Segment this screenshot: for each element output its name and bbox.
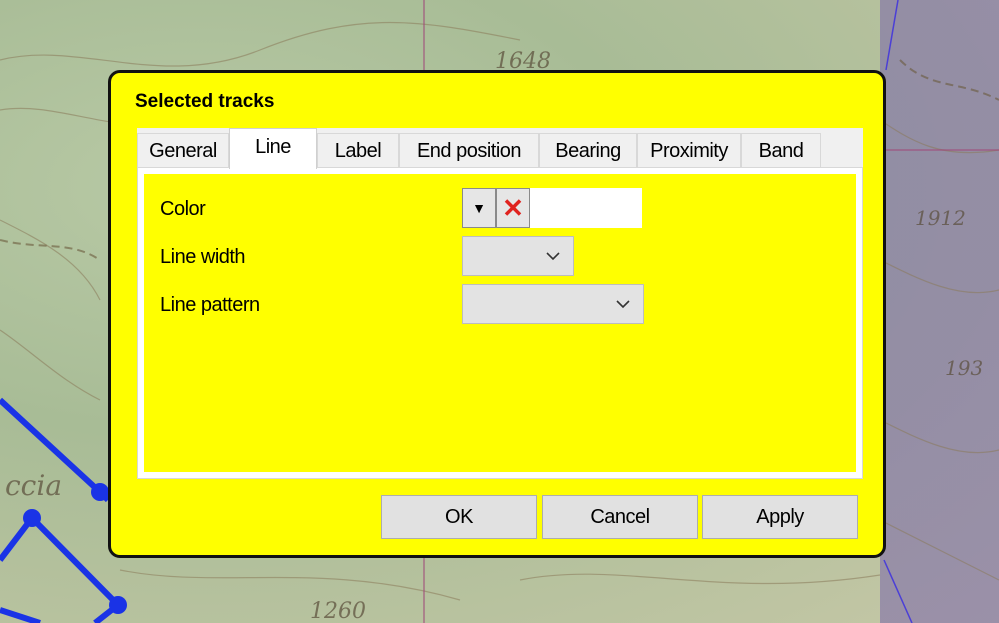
map-label: 193 xyxy=(945,356,983,380)
chevron-down-icon xyxy=(546,252,560,261)
color-dropdown-button[interactable]: ▼ xyxy=(462,188,496,228)
gps-track[interactable] xyxy=(0,397,123,623)
line-tab-panel: Color Line width Line pattern ▼ ✕ xyxy=(137,167,863,479)
tab-end-position[interactable]: End position xyxy=(399,133,539,167)
line-pattern-select[interactable] xyxy=(462,284,644,324)
ok-button[interactable]: OK xyxy=(381,495,537,539)
red-x-icon: ✕ xyxy=(502,192,524,223)
tab-line[interactable]: Line xyxy=(229,128,317,169)
tab-strip: General Line Label End position Bearing … xyxy=(137,128,863,169)
color-label: Color xyxy=(160,198,206,220)
tab-label[interactable]: Label xyxy=(317,133,399,167)
line-pattern-label: Line pattern xyxy=(160,294,260,316)
tab-band[interactable]: Band xyxy=(741,133,821,167)
dialog-title: Selected tracks xyxy=(135,91,275,112)
tab-proximity[interactable]: Proximity xyxy=(637,133,741,167)
line-width-select[interactable] xyxy=(462,236,574,276)
clear-color-button[interactable]: ✕ xyxy=(496,188,530,228)
line-width-label: Line width xyxy=(160,246,246,268)
cancel-button[interactable]: Cancel xyxy=(542,495,698,539)
color-picker[interactable]: ▼ ✕ xyxy=(462,188,642,228)
track-point[interactable] xyxy=(109,596,127,614)
tab-bearing[interactable]: Bearing xyxy=(539,133,637,167)
track-point[interactable] xyxy=(23,509,41,527)
tab-general[interactable]: General xyxy=(137,133,229,167)
map-label: 1912 xyxy=(915,206,966,230)
caret-down-icon: ▼ xyxy=(472,200,486,216)
map-label: ccia xyxy=(5,469,62,502)
apply-button[interactable]: Apply xyxy=(702,495,858,539)
track-point[interactable] xyxy=(91,483,109,501)
selected-tracks-dialog: Selected tracks General Line Label End p… xyxy=(108,70,886,558)
map-label: 1260 xyxy=(310,599,366,623)
chevron-down-icon xyxy=(616,300,630,309)
